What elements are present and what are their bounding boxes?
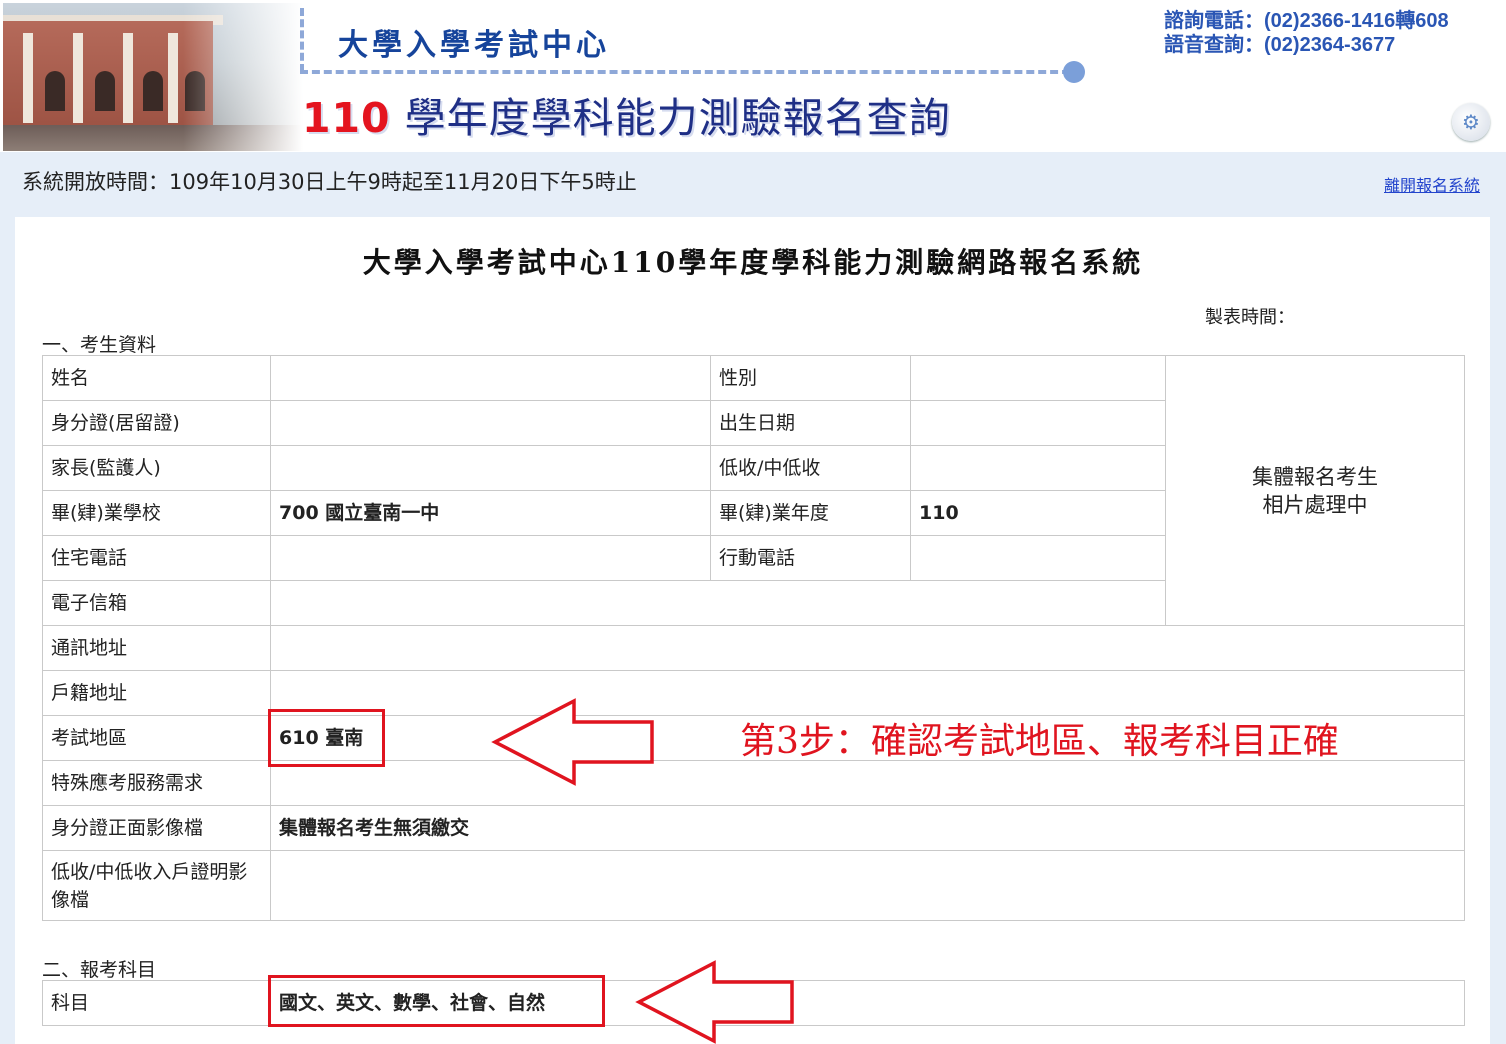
home-phone-label: 住宅電話: [42, 535, 271, 581]
income-value: [910, 445, 1166, 491]
table-row: 姓名 性別 集體報名考生 相片處理中: [42, 355, 1465, 626]
system-open-time: 系統開放時間：109年10月30日上午9時起至11月20日下午5時止: [22, 170, 637, 194]
exit-system-link[interactable]: 離開報名系統: [1384, 172, 1480, 196]
settings-icon[interactable]: ⚙: [1452, 103, 1490, 141]
home-phone-value: [270, 535, 711, 581]
gender-value: [910, 355, 1166, 401]
decorative-dot: [1063, 61, 1085, 83]
exam-area-highlight-box: [268, 709, 385, 767]
guardian-value: [270, 445, 711, 491]
id-image-label: 身分證正面影像檔: [42, 805, 271, 851]
decorative-dash-line: [300, 70, 1070, 74]
center-name: 大學入學考試中心: [338, 28, 610, 63]
voice-inquiry-phone: 語音查詢：(02)2364-3677: [1164, 34, 1396, 56]
grad-year-value: 110: [910, 490, 1166, 536]
decorative-dash-line: [300, 8, 304, 72]
step-annotation: 第3步：確認考試地區、報考科目正確: [740, 721, 1339, 762]
mobile-value: [910, 535, 1166, 581]
exam-area-label: 考試地區: [42, 715, 271, 761]
left-arrow-icon: [635, 960, 794, 1044]
school-label: 畢(肄)業學校: [42, 490, 271, 536]
form-title: 大學入學考試中心110學年度學科能力測驗網路報名系統: [362, 246, 1144, 279]
title-text: 學年度學科能力測驗報名查詢: [390, 94, 951, 142]
email-label: 電子信箱: [42, 580, 271, 626]
special-needs-label: 特殊應考服務需求: [42, 760, 271, 806]
income-proof-image-value: [270, 850, 1465, 921]
gender-label: 性別: [710, 355, 911, 401]
email-value: [270, 580, 1166, 626]
photo-status-line1: 集體報名考生: [1252, 464, 1378, 489]
birth-value: [910, 400, 1166, 446]
photo-status-line2: 相片處理中: [1262, 492, 1368, 517]
header-banner: 大學入學考試中心 110 學年度學科能力測驗報名查詢 諮詢電話：(02)2366…: [0, 0, 1506, 152]
mail-address-value: [270, 625, 1465, 671]
subject-label: 科目: [42, 980, 271, 1026]
name-label: 姓名: [42, 355, 271, 401]
table-row: 低收/中低收入戶證明影像檔: [42, 850, 1465, 921]
section-label-applicant: 一、考生資料: [42, 334, 157, 356]
grad-year-label: 畢(肄)業年度: [710, 490, 911, 536]
id-label: 身分證(居留證): [42, 400, 271, 446]
table-row: 通訊地址: [42, 625, 1465, 671]
mobile-label: 行動電話: [710, 535, 911, 581]
mail-address-label: 通訊地址: [42, 625, 271, 671]
section-label-subjects: 二、報考科目: [42, 959, 157, 981]
page-title: 110 學年度學科能力測驗報名查詢: [302, 84, 951, 144]
subject-highlight-box: [268, 975, 605, 1027]
guardian-label: 家長(監護人): [42, 445, 271, 491]
title-year: 110: [302, 94, 391, 142]
building-photo: [3, 3, 303, 151]
table-row: 戶籍地址: [42, 670, 1465, 716]
made-time-label: 製表時間：: [1205, 307, 1295, 328]
registered-address-value: [270, 670, 1465, 716]
inquiry-phone: 諮詢電話：(02)2366-1416轉608: [1164, 10, 1449, 32]
photo-cell: 集體報名考生 相片處理中: [1165, 355, 1465, 626]
left-arrow-icon: [491, 698, 654, 786]
contact-info: 諮詢電話：(02)2366-1416轉608 語音查詢：(02)2364-367…: [1164, 9, 1449, 57]
registered-address-label: 戶籍地址: [42, 670, 271, 716]
table-row: 身分證正面影像檔 集體報名考生無須繳交: [42, 805, 1465, 851]
id-image-value: 集體報名考生無須繳交: [270, 805, 1465, 851]
applicant-table: 姓名 性別 集體報名考生 相片處理中 身分證(居留證) 出生日期 家長(監護人)…: [42, 355, 1465, 921]
income-proof-image-label: 低收/中低收入戶證明影像檔: [42, 850, 271, 921]
school-value: 700 國立臺南一中: [270, 490, 711, 536]
special-needs-value: [270, 760, 1465, 806]
birth-label: 出生日期: [710, 400, 911, 446]
name-value: [270, 355, 711, 401]
id-value: [270, 400, 711, 446]
table-row: 特殊應考服務需求: [42, 760, 1465, 806]
income-label: 低收/中低收: [710, 445, 911, 491]
